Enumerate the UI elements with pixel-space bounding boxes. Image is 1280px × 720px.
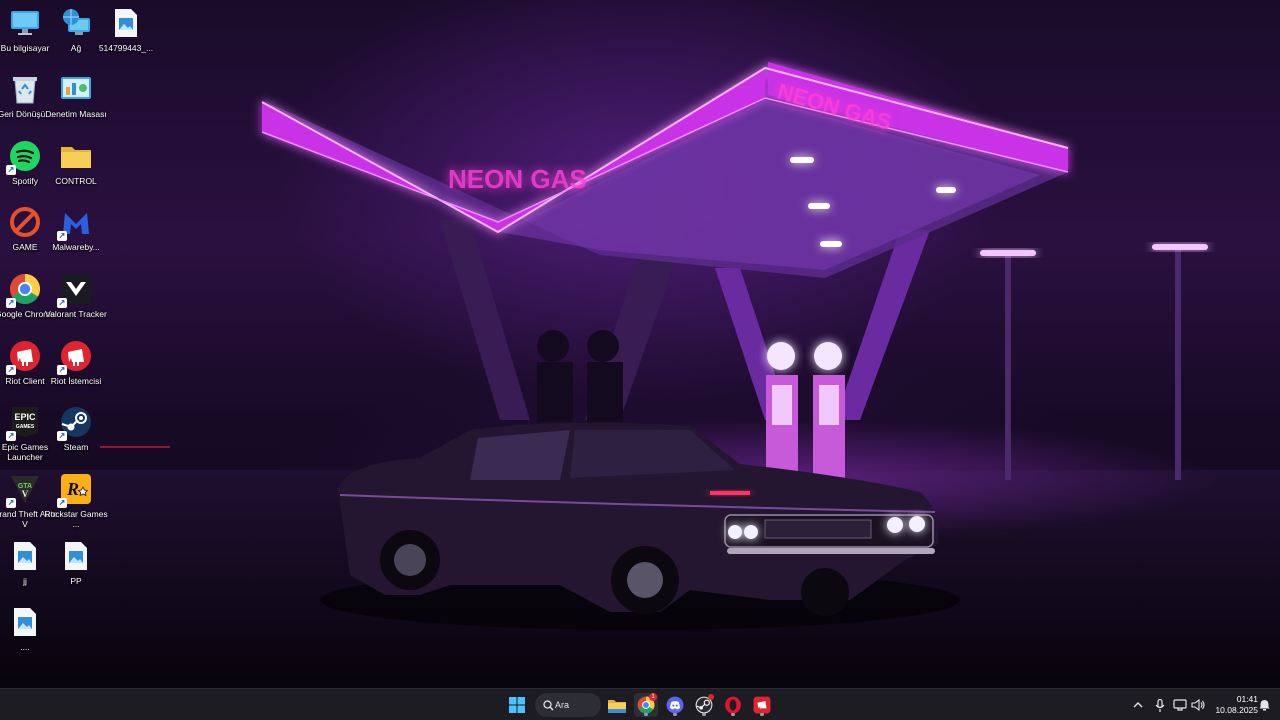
taskbar-app-discord[interactable] — [663, 693, 687, 717]
desktop-wallpaper: NEON GAS NEON GAS — [0, 0, 1280, 688]
shortcut-arrow-icon: ↗ — [6, 298, 16, 308]
steam-icon: ↗ — [57, 405, 93, 441]
microphone-icon — [1155, 698, 1165, 712]
desktop-icon-control-folder[interactable]: CONTROL — [43, 139, 109, 186]
taskbar-app-file-explorer[interactable] — [605, 693, 629, 717]
svg-text:EPIC: EPIC — [14, 412, 36, 422]
clock-date: 10.08.2025 — [1215, 705, 1258, 715]
notification-bell-icon — [1259, 700, 1269, 711]
notification-dot — [708, 694, 714, 700]
desktop-icon-control-panel[interactable]: Denetim Masası — [43, 72, 109, 119]
clock-time: 01:41 — [1236, 694, 1258, 704]
desktop-icon-label: Riot Client — [5, 376, 45, 386]
gta-v-icon: GTA V ↗ — [6, 472, 42, 508]
network-icon — [59, 6, 93, 40]
shortcut-arrow-icon: ↗ — [6, 365, 16, 375]
neon-sign-left: NEON GAS — [448, 164, 587, 194]
search-box[interactable]: Ara — [535, 693, 601, 717]
ethernet-icon — [1173, 699, 1187, 711]
search-label: Ara — [555, 700, 570, 710]
desktop-icon-rockstar-games[interactable]: R ↗ Rockstar Games ... — [43, 472, 109, 529]
riot-client-icon: ↗ — [6, 339, 42, 375]
shortcut-arrow-icon: ↗ — [57, 298, 67, 308]
shortcut-arrow-icon: ↗ — [6, 431, 16, 441]
taskbar-app-steam[interactable] — [692, 693, 716, 717]
game-icon — [8, 205, 42, 239]
desktop-icon-riot-istemcisi[interactable]: ↗ Riot İstemcisi — [43, 339, 109, 386]
running-indicator — [731, 713, 735, 716]
svg-text:V: V — [22, 489, 29, 499]
desktop-icon-label: Spotify — [12, 176, 38, 186]
control-panel-icon — [59, 72, 93, 106]
shortcut-arrow-icon: ↗ — [57, 431, 67, 441]
desktop-icon-label: CONTROL — [55, 176, 97, 186]
valorant-tracker-icon: ↗ — [57, 272, 93, 308]
epic-games-icon: EPIC GAMES ↗ — [6, 405, 42, 441]
svg-text:R: R — [66, 479, 79, 499]
chevron-up-icon — [1133, 702, 1143, 708]
desktop-icon-label: PP — [70, 576, 82, 586]
chrome-icon: ↗ — [6, 272, 42, 308]
desktop-icon-image-dots[interactable]: .... — [0, 605, 58, 652]
folder-icon — [608, 699, 626, 713]
discord-icon — [666, 696, 684, 714]
desktop-icon-label: 514799443_... — [98, 43, 154, 53]
desktop-icon-valorant-tracker[interactable]: ↗ Valorant Tracker — [43, 272, 109, 319]
desktop-icon-malwarebytes[interactable]: ↗ Malwareby... — [43, 205, 109, 252]
desktop-icon-image-514799443[interactable]: 514799443_... — [93, 6, 159, 53]
notification-badge: 1 — [649, 693, 657, 701]
desktop-icon-label: Rockstar Games ... — [44, 509, 108, 529]
svg-text:GAMES: GAMES — [16, 424, 35, 430]
microphone-button[interactable] — [1152, 697, 1168, 713]
shortcut-arrow-icon: ↗ — [6, 165, 16, 175]
notifications-button[interactable] — [1256, 697, 1272, 713]
running-indicator — [702, 713, 706, 716]
image-file-icon — [8, 539, 42, 573]
desktop-icon-image-pp[interactable]: PP — [43, 539, 109, 586]
clock[interactable]: 01:41 10.08.2025 — [1204, 694, 1258, 716]
taskbar-app-chrome[interactable]: 1 — [634, 693, 658, 717]
desktop-icon-label: jj — [23, 576, 27, 586]
speaker-icon — [1191, 699, 1205, 711]
recycle-bin-icon — [8, 72, 42, 106]
running-indicator — [644, 713, 648, 716]
taskbar: Ara 1 01:41 10.08.2025 — [0, 688, 1280, 720]
taskbar-app-opera[interactable] — [721, 693, 745, 717]
spotify-icon: ↗ — [6, 139, 42, 175]
folder-icon — [59, 139, 93, 173]
desktop-icon-label: Riot İstemcisi — [50, 376, 102, 386]
shortcut-arrow-icon: ↗ — [57, 231, 67, 241]
image-file-icon — [59, 539, 93, 573]
riot-client-icon — [753, 696, 771, 714]
start-button[interactable] — [505, 693, 529, 717]
show-hidden-icons-button[interactable] — [1130, 697, 1146, 713]
opera-icon — [725, 696, 741, 714]
desktop-icon-label: Ağ — [70, 43, 82, 53]
shortcut-arrow-icon: ↗ — [6, 498, 16, 508]
taskbar-app-riot-client[interactable] — [750, 693, 774, 717]
network-button[interactable] — [1172, 697, 1188, 713]
desktop-icon-label: GAME — [12, 242, 38, 252]
riot-client-icon: ↗ — [57, 339, 93, 375]
image-file-icon — [109, 6, 143, 40]
computer-icon — [8, 6, 42, 40]
neon-gas-station-scene: NEON GAS NEON GAS — [0, 62, 1280, 688]
shortcut-arrow-icon: ↗ — [57, 498, 67, 508]
search-icon — [543, 700, 554, 711]
shortcut-arrow-icon: ↗ — [57, 365, 67, 375]
desktop-icon-label: Steam — [63, 442, 89, 452]
malwarebytes-icon: ↗ — [57, 205, 93, 241]
windows-icon — [509, 697, 525, 713]
desktop-icon-label: Malwareby... — [52, 242, 100, 252]
desktop-icon-steam[interactable]: ↗ Steam — [43, 405, 109, 452]
desktop-icon-label: Denetim Masası — [45, 109, 107, 119]
running-indicator — [760, 713, 764, 716]
desktop-icon-label: Valorant Tracker — [45, 309, 107, 319]
running-indicator — [673, 713, 677, 716]
image-file-icon — [8, 605, 42, 639]
desktop-icon-label: .... — [20, 642, 30, 652]
rockstar-icon: R ↗ — [57, 472, 93, 508]
